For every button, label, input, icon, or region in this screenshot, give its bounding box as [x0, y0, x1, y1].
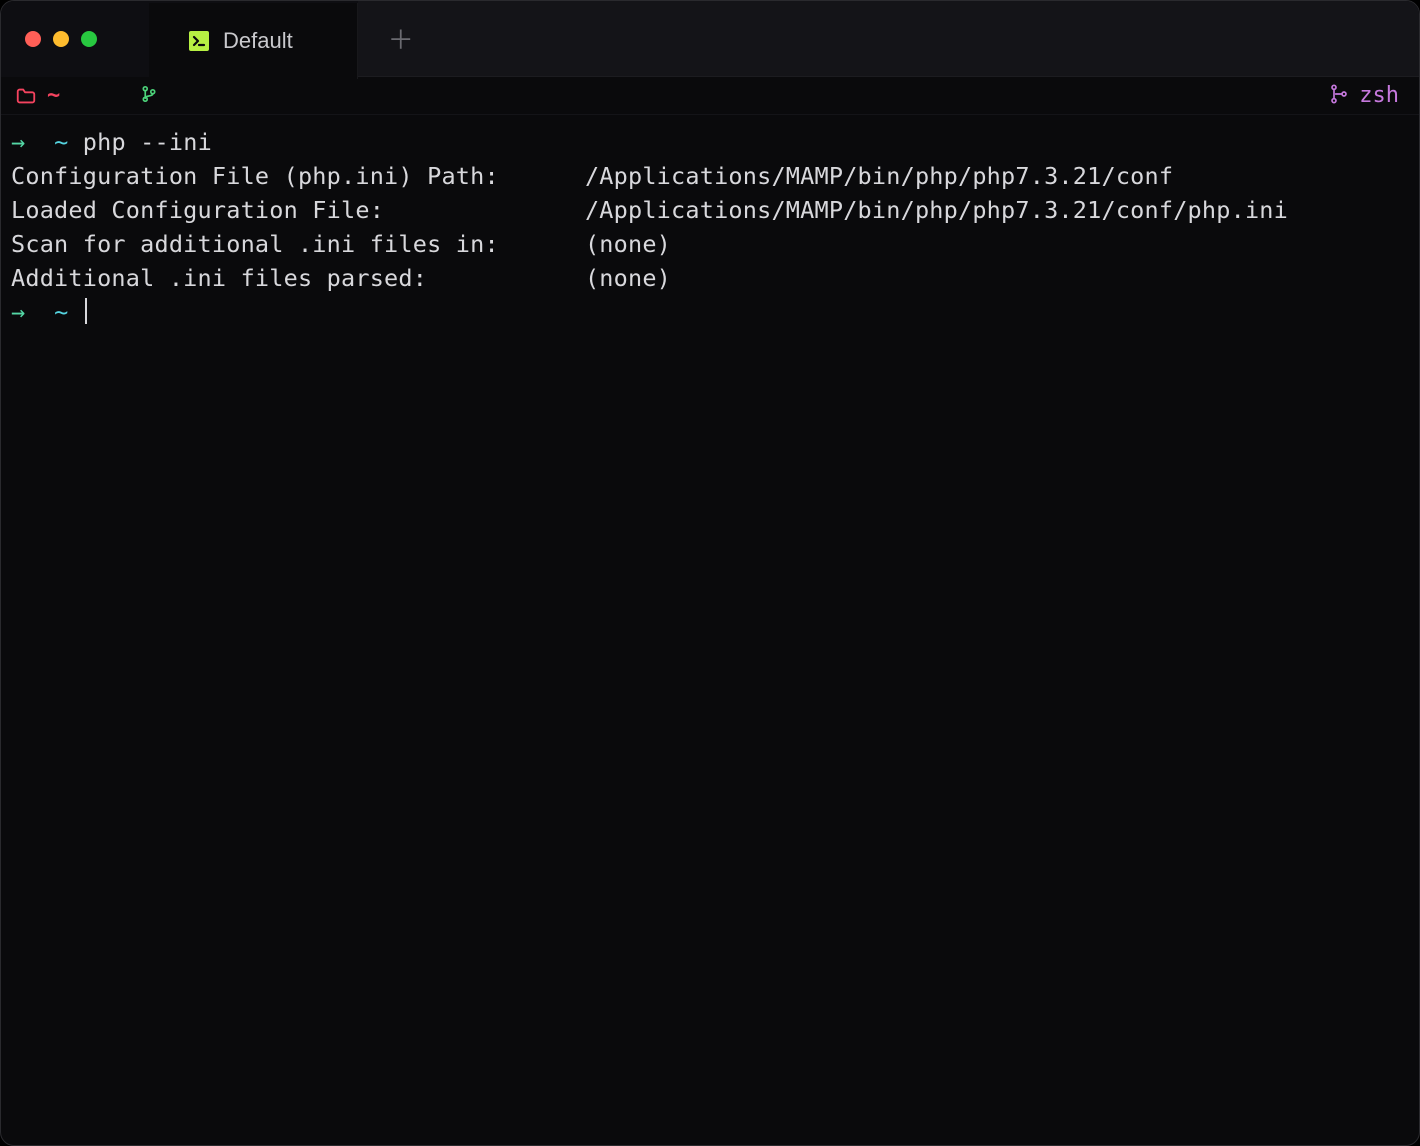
folder-icon	[15, 85, 37, 107]
tab-bar: Default ＋	[149, 1, 1419, 77]
prompt-line: → ~	[11, 295, 1409, 329]
close-window-button[interactable]	[25, 31, 41, 47]
tab-bar-empty: ＋	[358, 1, 1419, 77]
git-branch-icon	[140, 83, 158, 109]
process-tree-icon	[1329, 84, 1349, 108]
cwd-indicator: ~	[47, 83, 60, 108]
titlebar: Default ＋	[1, 1, 1419, 77]
status-right: zsh	[1329, 83, 1399, 108]
terminal-output[interactable]: → ~ php --iniConfiguration File (php.ini…	[1, 115, 1419, 339]
minimize-window-button[interactable]	[53, 31, 69, 47]
output-label: Scan for additional .ini files in:	[11, 230, 585, 258]
output-value: /Applications/MAMP/bin/php/php7.3.21/con…	[585, 196, 1288, 224]
tab-default[interactable]: Default	[149, 3, 358, 79]
output-value: /Applications/MAMP/bin/php/php7.3.21/con…	[585, 162, 1173, 190]
prompt-cwd: ~	[54, 128, 68, 156]
terminal-icon	[189, 31, 209, 51]
output-label: Configuration File (php.ini) Path:	[11, 162, 585, 190]
tab-label: Default	[223, 28, 293, 54]
maximize-window-button[interactable]	[81, 31, 97, 47]
output-value: (none)	[585, 230, 671, 258]
output-label: Additional .ini files parsed:	[11, 264, 585, 292]
traffic-lights	[1, 1, 149, 77]
prompt-arrow: →	[11, 298, 25, 326]
terminal-window: Default ＋ ~ zsh → ~ php --iniConfigurati…	[0, 0, 1420, 1146]
output-value: (none)	[585, 264, 671, 292]
prompt-arrow: →	[11, 128, 25, 156]
cursor	[85, 298, 87, 324]
prompt-line: → ~ php --ini	[11, 125, 1409, 159]
output-line: Configuration File (php.ini) Path: /Appl…	[11, 159, 1409, 193]
command-text: php --ini	[83, 128, 212, 156]
output-label: Loaded Configuration File:	[11, 196, 585, 224]
output-line: Loaded Configuration File: /Applications…	[11, 193, 1409, 227]
shell-name: zsh	[1359, 83, 1399, 108]
output-line: Scan for additional .ini files in: (none…	[11, 227, 1409, 261]
prompt-cwd: ~	[54, 298, 68, 326]
status-bar: ~ zsh	[1, 77, 1419, 115]
new-tab-button[interactable]: ＋	[388, 20, 414, 57]
status-left: ~	[15, 83, 158, 109]
output-line: Additional .ini files parsed: (none)	[11, 261, 1409, 295]
